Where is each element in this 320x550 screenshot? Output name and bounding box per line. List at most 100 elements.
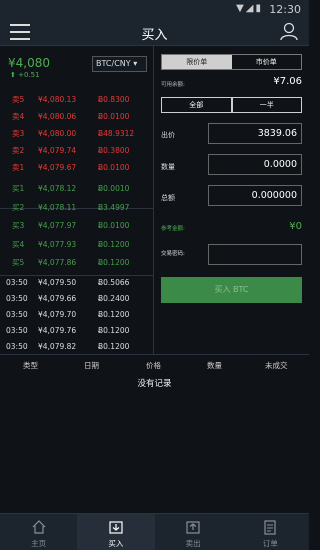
buy-amount: Ƀ0.1200: [98, 258, 130, 267]
trade-time: 03:50: [6, 294, 28, 303]
sell-order-row: 卖3 ¥4,080.00 Ƀ48.9312: [0, 126, 154, 142]
sell-amount: Ƀ0.3800: [98, 146, 130, 155]
sell-amount: Ƀ0.0100: [98, 163, 130, 172]
buy-order-row: 买1 ¥4,078.12 Ƀ0.0010: [0, 181, 154, 197]
trade-price: ¥4,079.50: [38, 278, 77, 287]
tab-market[interactable]: 市价单: [232, 55, 302, 69]
buy-level-label: 买4: [12, 239, 25, 249]
trade-price: ¥4,079.76: [38, 326, 77, 335]
trade-price: ¥4,079.70: [38, 310, 77, 319]
col-unfilled: 未成交: [265, 361, 288, 370]
sell-level-label: 卖2: [12, 146, 25, 155]
sell-price: ¥4,080.13: [38, 95, 77, 104]
pair-select[interactable]: BTC/CNY ▾: [92, 56, 147, 72]
buy-price: ¥4,078.11: [38, 202, 77, 212]
sell-order-row: 卖5 ¥4,080.13 Ƀ0.8300: [0, 92, 154, 108]
price-label: 出价: [161, 131, 175, 139]
available-label: 可用余额:: [161, 82, 185, 88]
trade-row: 03:50 ¥4,079.70 Ƀ0.1200: [0, 307, 154, 323]
password-label: 交易密码:: [161, 251, 185, 257]
tab-buy[interactable]: 买入: [77, 514, 155, 550]
quantity-input[interactable]: 0.0000: [208, 154, 302, 175]
orders-icon: [264, 520, 276, 535]
col-type: 类型: [23, 361, 38, 370]
order-type-tabs: 限价单 市价单: [161, 54, 302, 70]
sell-level-label: 卖1: [12, 163, 25, 172]
home-icon: [32, 520, 46, 534]
sell-amount: Ƀ48.9312: [98, 129, 135, 138]
trade-amount: Ƀ0.5066: [98, 278, 130, 287]
all-button[interactable]: 全部: [161, 97, 232, 113]
trade-amount: Ƀ0.1200: [98, 326, 130, 335]
total-input[interactable]: 0.000000: [208, 185, 302, 206]
trade-amount: Ƀ0.2400: [98, 294, 130, 303]
trade-amount: Ƀ0.1200: [98, 342, 130, 351]
trade-time: 03:50: [6, 326, 28, 335]
buy-order-row: 买3 ¥4,077.97 Ƀ0.0100: [0, 218, 154, 234]
price-change: ⬆ +0.51: [10, 71, 40, 79]
buy-order-row: 买4 ¥4,077.93 Ƀ0.1200: [0, 237, 154, 253]
price-input[interactable]: 3839.06: [208, 123, 302, 144]
orders-header: 类型 日期 价格 数量 未成交: [0, 354, 309, 374]
trade-price: ¥4,079.66: [38, 294, 77, 303]
buy-icon: [109, 521, 123, 534]
buy-price: ¥4,077.86: [38, 258, 77, 267]
status-time: 12:30: [269, 3, 301, 16]
sell-order-row: 卖2 ¥4,079.74 Ƀ0.3800: [0, 143, 154, 159]
tab-sell[interactable]: 卖出: [155, 514, 232, 550]
buy-level-label: 买1: [12, 184, 25, 193]
trade-time: 03:50: [6, 342, 28, 351]
caret-down-icon: ▾: [133, 59, 138, 68]
col-quantity: 数量: [207, 361, 222, 370]
password-input[interactable]: [208, 244, 302, 265]
signal-battery-icons: ▼◢▮: [236, 3, 263, 14]
market-panel: ¥4,080 ⬆ +0.51 BTC/CNY ▾ 卖5 ¥4,080.13 Ƀ0.8…: [0, 46, 154, 354]
sell-price: ¥4,079.67: [38, 163, 77, 172]
empty-orders-message: 没有记录: [137, 379, 172, 389]
trade-time: 03:50: [6, 310, 28, 319]
sell-amount: Ƀ0.0100: [98, 112, 130, 121]
sell-price: ¥4,080.00: [38, 129, 77, 138]
buy-amount: Ƀ0.1200: [98, 239, 130, 249]
reference-value: ¥0: [289, 221, 302, 232]
page-title: 买入: [141, 28, 168, 43]
available-value: ¥7.06: [273, 76, 302, 87]
trade-row: 03:50 ¥4,079.82 Ƀ0.1200: [0, 339, 154, 355]
buy-amount: Ƀ0.0100: [98, 221, 130, 230]
buy-amount: Ƀ0.0010: [98, 184, 130, 193]
tab-orders[interactable]: 订单: [232, 514, 309, 550]
buy-order-row: 买5 ¥4,077.86 Ƀ0.1200: [0, 255, 154, 271]
buy-level-label: 买5: [12, 258, 25, 267]
col-price: 价格: [146, 361, 161, 370]
sell-amount: Ƀ0.8300: [98, 95, 130, 104]
trade-price: ¥4,079.82: [38, 342, 77, 351]
sell-level-label: 卖5: [12, 95, 25, 104]
last-price: ¥4,080: [8, 56, 50, 70]
buy-btc-button[interactable]: 买入 BTC: [161, 277, 302, 303]
tab-limit[interactable]: 限价单: [162, 55, 232, 69]
status-bar: ▼◢▮ 12:30: [0, 0, 309, 18]
sell-order-row: 卖4 ¥4,080.06 Ƀ0.0100: [0, 109, 154, 125]
sell-price: ¥4,079.74: [38, 146, 77, 155]
trade-time: 03:50: [6, 278, 28, 287]
buy-price: ¥4,077.93: [38, 239, 77, 249]
order-form: 限价单 市价单 可用余额: ¥7.06 全部 一半 出价 3839.06 数量 …: [155, 46, 309, 354]
sell-level-label: 卖4: [12, 112, 25, 121]
app-header: 买入: [0, 18, 309, 46]
trade-row: 03:50 ¥4,079.66 Ƀ0.2400: [0, 291, 154, 307]
trade-row: 03:50 ¥4,079.76 Ƀ0.1200: [0, 323, 154, 339]
buy-order-row: 买2 ¥4,078.11 Ƀ3.4997: [0, 200, 154, 216]
trade-amount: Ƀ0.1200: [98, 310, 130, 319]
arrow-up-icon: ⬆: [10, 71, 16, 79]
user-icon[interactable]: [279, 21, 299, 41]
buy-amount: Ƀ3.4997: [98, 202, 130, 212]
quantity-label: 数量: [161, 163, 175, 171]
bottom-tabbar: 主页 买入 卖出 订单: [0, 513, 309, 550]
half-button[interactable]: 一半: [231, 97, 302, 113]
sell-icon: [186, 521, 200, 534]
buy-level-label: 买2: [12, 202, 25, 212]
reference-label: 参考金额:: [161, 226, 185, 232]
tab-home[interactable]: 主页: [0, 514, 77, 550]
sell-price: ¥4,080.06: [38, 112, 77, 121]
col-date: 日期: [84, 361, 99, 370]
